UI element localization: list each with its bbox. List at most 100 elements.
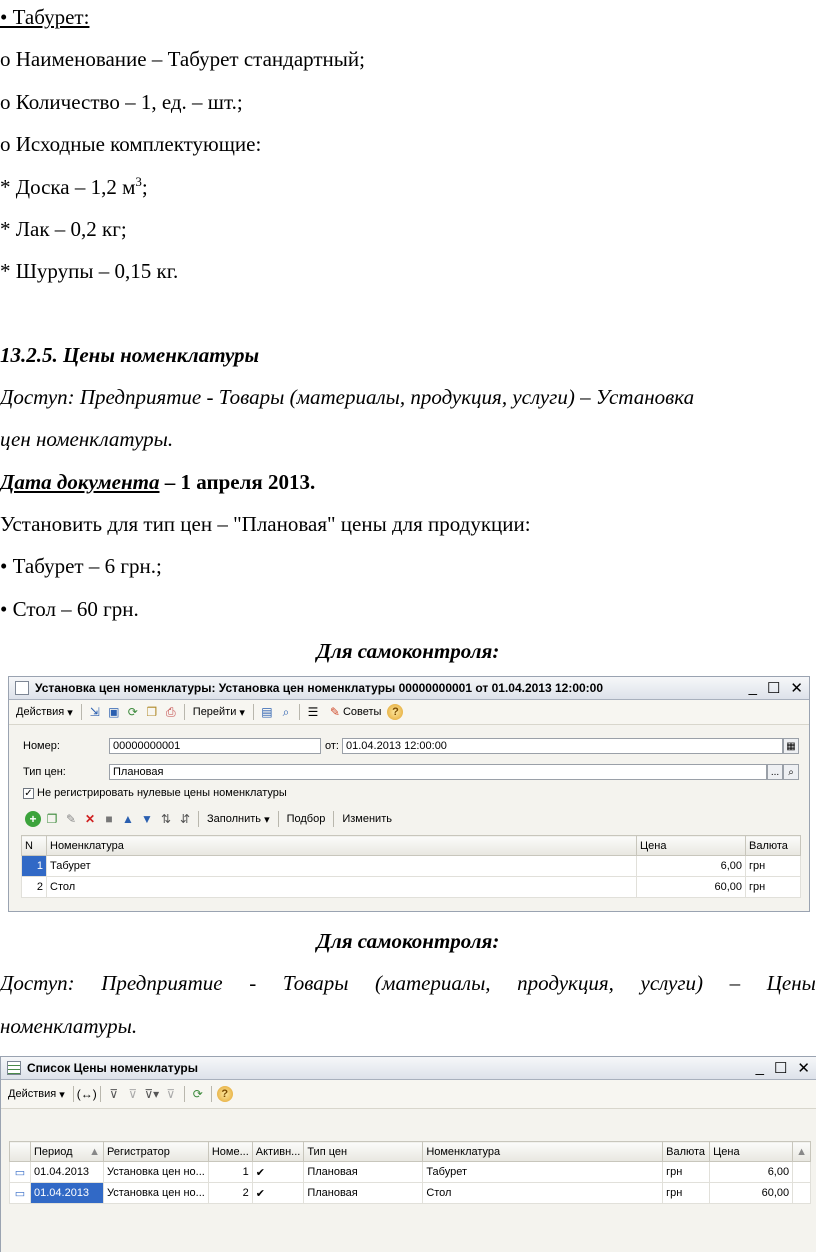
refresh-icon[interactable]: ⟳ <box>125 704 141 720</box>
table-row[interactable]: ▭ 01.04.2013 Установка цен но... 2 ✔ Пла… <box>9 1182 811 1204</box>
row-price[interactable]: 6,00 <box>636 855 746 877</box>
row-registrar[interactable]: Установка цен но... <box>103 1182 209 1204</box>
price-setup-window: Установка цен номенклатуры: Установка це… <box>8 676 810 912</box>
col-n[interactable]: N <box>21 835 47 856</box>
text-line-name: o Наименование – Табурет стандартный; <box>0 47 365 71</box>
row-price-type[interactable]: Плановая <box>303 1182 424 1204</box>
sort-desc-icon[interactable]: ⇵ <box>177 811 193 827</box>
search-icon[interactable]: ⌕ <box>783 764 799 780</box>
row-price-type[interactable]: Плановая <box>303 1161 424 1183</box>
table-row[interactable]: 2 Стол 60,00 грн <box>21 876 801 898</box>
col-currency[interactable]: Валюта <box>662 1141 711 1162</box>
col-number[interactable]: Номе... <box>207 1141 253 1162</box>
self-check-heading-1: Для самоконтроля: <box>316 639 500 663</box>
col-price-type[interactable]: Тип цен <box>303 1141 424 1162</box>
move-up-icon[interactable]: ▲ <box>120 811 136 827</box>
row-price[interactable]: 6,00 <box>709 1161 794 1183</box>
col-period[interactable]: Период ▲ <box>30 1141 104 1162</box>
help-icon[interactable]: ? <box>216 1086 233 1102</box>
scrollbar-track[interactable] <box>792 1161 811 1183</box>
copy-row-icon[interactable]: ❐ <box>44 811 60 827</box>
calendar-icon[interactable]: ▦ <box>783 738 799 754</box>
actions-menu-button[interactable]: Действия ▾ <box>5 1084 68 1104</box>
row-item[interactable]: Табурет <box>46 855 637 877</box>
row-number[interactable]: 2 <box>207 1182 253 1204</box>
select-button[interactable]: Подбор <box>284 809 329 829</box>
close-icon[interactable]: ✕ <box>790 679 803 697</box>
actions-menu-button[interactable]: Действия ▾ <box>13 702 76 722</box>
access-path-2-word: услуги) <box>640 971 704 995</box>
row-number[interactable]: 1 <box>21 855 47 877</box>
toolbar-separator <box>99 1086 101 1102</box>
row-currency[interactable]: грн <box>745 855 801 877</box>
main-toolbar: Действия ▾ ⇲ ▣ ⟳ ❐ ⎙ Перейти ▾ ▤ ⌕ ☰ ✎ Со… <box>9 700 809 725</box>
table-row[interactable]: ▭ 01.04.2013 Установка цен но... 1 ✔ Пла… <box>9 1161 811 1183</box>
filter-settings-icon[interactable]: ⊽▾ <box>144 1086 160 1102</box>
minimize-icon[interactable]: _ <box>749 679 757 697</box>
table-row[interactable]: 1 Табурет 6,00 грн <box>21 855 801 877</box>
col-price[interactable]: Цена <box>636 835 746 856</box>
row-price[interactable]: 60,00 <box>709 1182 794 1204</box>
delete-row-icon[interactable]: ✕ <box>82 811 98 827</box>
zero-prices-checkbox-row[interactable]: ✓ Не регистрировать нулевые цены номенкла… <box>23 787 287 799</box>
tips-button[interactable]: ✎ Советы <box>324 702 384 722</box>
row-currency[interactable]: грн <box>745 876 801 898</box>
move-down-icon[interactable]: ▼ <box>139 811 155 827</box>
col-registrar[interactable]: Регистратор <box>103 1141 209 1162</box>
edit-row-icon[interactable]: ✎ <box>63 811 79 827</box>
access-path-line1: Доступ: Предприятие - Товары (материалы,… <box>0 385 695 409</box>
change-button[interactable]: Изменить <box>339 809 395 829</box>
actions-label: Действия <box>16 706 65 718</box>
scroll-up-icon[interactable]: ▲ <box>792 1141 811 1162</box>
date-field[interactable]: 01.04.2013 12:00:00 <box>342 738 783 754</box>
col-price[interactable]: Цена <box>709 1141 794 1162</box>
row-number[interactable]: 2 <box>21 876 47 898</box>
zero-prices-checkbox[interactable]: ✓ <box>23 787 34 799</box>
interval-icon[interactable]: (↔) <box>77 1086 97 1102</box>
print-icon[interactable]: ⎙ <box>163 704 179 720</box>
refresh-icon[interactable]: ⟳ <box>190 1086 206 1102</box>
post-icon[interactable]: ▣ <box>106 704 122 720</box>
row-item[interactable]: Стол <box>46 876 637 898</box>
filter-by-value-icon[interactable]: ⊽ <box>125 1086 141 1102</box>
col-item[interactable]: Номенклатура <box>46 835 637 856</box>
price-type-field[interactable]: Плановая <box>109 764 767 780</box>
row-currency[interactable]: грн <box>662 1161 711 1183</box>
access-path-2-line2: номенклатуры. <box>0 1014 138 1038</box>
post-and-close-icon[interactable]: ⇲ <box>87 704 103 720</box>
row-item[interactable]: Табурет <box>422 1161 664 1183</box>
row-registrar[interactable]: Установка цен но... <box>103 1161 209 1183</box>
copy-icon[interactable]: ❐ <box>144 704 160 720</box>
end-edit-icon[interactable]: ■ <box>101 811 117 827</box>
col-item[interactable]: Номенклатура <box>422 1141 664 1162</box>
row-active[interactable]: ✔ <box>251 1161 305 1183</box>
structure-icon[interactable]: ☰ <box>305 704 321 720</box>
col-active[interactable]: Активн... <box>251 1141 305 1162</box>
row-price[interactable]: 60,00 <box>636 876 746 898</box>
sort-asc-icon[interactable]: ⇅ <box>158 811 174 827</box>
row-active[interactable]: ✔ <box>251 1182 305 1204</box>
maximize-icon[interactable]: ☐ <box>767 679 780 697</box>
row-item[interactable]: Стол <box>422 1182 664 1204</box>
preview-icon[interactable]: ⌕ <box>278 704 294 720</box>
window-controls: _ ☐ ✕ <box>756 1059 810 1077</box>
number-field[interactable]: 00000000001 <box>109 738 321 754</box>
close-icon[interactable]: ✕ <box>797 1059 810 1077</box>
filter-icon[interactable]: ⊽ <box>106 1086 122 1102</box>
help-icon[interactable]: ? <box>387 704 404 720</box>
add-row-icon[interactable]: + <box>25 811 41 827</box>
col-currency[interactable]: Валюта <box>745 835 801 856</box>
toolbar-separator <box>277 811 279 827</box>
maximize-icon[interactable]: ☐ <box>774 1059 787 1077</box>
row-currency[interactable]: грн <box>662 1182 711 1204</box>
row-number[interactable]: 1 <box>207 1161 253 1183</box>
scrollbar-track[interactable] <box>792 1182 811 1204</box>
journal-icon[interactable]: ▤ <box>259 704 275 720</box>
clear-filter-icon[interactable]: ⊽ <box>163 1086 179 1102</box>
fill-menu-button[interactable]: Заполнить ▾ <box>204 809 273 829</box>
row-period[interactable]: 01.04.2013 <box>30 1182 104 1204</box>
minimize-icon[interactable]: _ <box>756 1059 764 1077</box>
goto-menu-button[interactable]: Перейти ▾ <box>190 702 248 722</box>
row-period[interactable]: 01.04.2013 <box>30 1161 104 1183</box>
select-ellipsis-button[interactable]: ... <box>767 764 783 780</box>
